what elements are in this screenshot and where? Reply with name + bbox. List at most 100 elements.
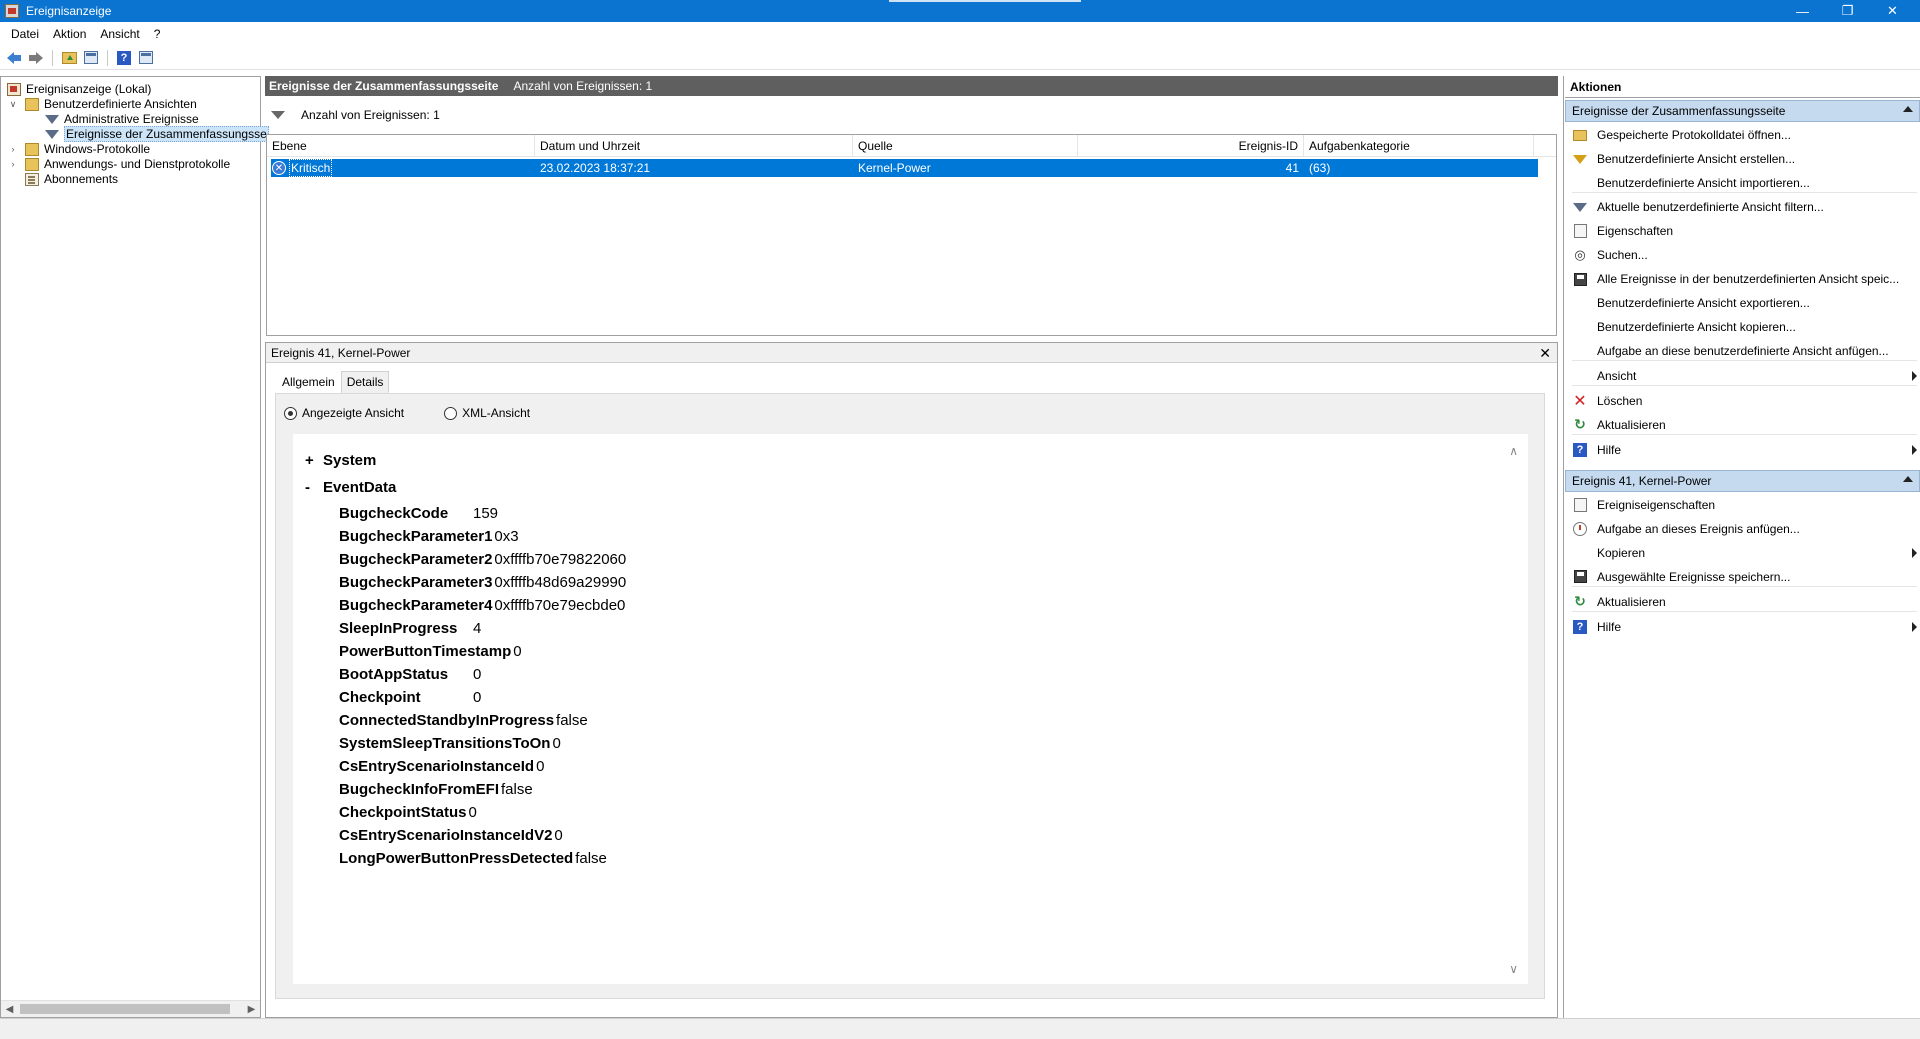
action-copy-custom-view[interactable]: Benutzerdefinierte Ansicht kopieren... — [1572, 317, 1917, 337]
tree-item-label: Ereignisanzeige (Lokal) — [26, 82, 152, 96]
column-header-event-id[interactable]: Ereignis-ID — [1078, 135, 1304, 157]
eventdata-value: 4 — [473, 620, 482, 637]
eventdata-key: BugcheckCode — [339, 505, 449, 522]
action-copy[interactable]: Kopieren — [1572, 543, 1917, 563]
menu-help[interactable]: ? — [147, 27, 168, 41]
action-refresh-event[interactable]: ↻ Aktualisieren — [1572, 592, 1917, 612]
eventdata-value: 0xffffb70e79ecbde0 — [494, 597, 626, 614]
show-action-pane-button[interactable] — [136, 48, 156, 68]
action-properties[interactable]: Eigenschaften — [1572, 221, 1917, 241]
action-delete[interactable]: ✕ Löschen — [1572, 391, 1917, 411]
action-help-event[interactable]: ? Hilfe — [1572, 617, 1917, 637]
eventdata-value: 0 — [513, 643, 522, 660]
eventdata-row: ConnectedStandbyInProgress false — [339, 709, 588, 732]
folder-up-icon — [61, 51, 77, 64]
eventdata-key: CsEntryScenarioInstanceIdV2 — [339, 827, 553, 844]
event-count: Anzahl von Ereignissen: 1 — [513, 79, 653, 93]
tree-horizontal-scrollbar[interactable]: ◀ ▶ — [1, 1000, 260, 1017]
tab-allgemein[interactable]: Allgemein — [276, 371, 341, 393]
scroll-down-icon[interactable]: ∨ — [1509, 962, 1518, 976]
chevron-right-icon[interactable]: › — [7, 144, 19, 154]
friendly-view-label[interactable]: Angezeigte Ansicht — [302, 406, 404, 420]
eventdata-row: SystemSleepTransitionsToOn 0 — [339, 732, 561, 755]
console-tree-icon — [84, 51, 98, 64]
system-node[interactable]: + System — [305, 452, 376, 469]
eventdata-value: 159 — [473, 505, 499, 522]
action-refresh[interactable]: ↻ Aktualisieren — [1572, 415, 1917, 435]
action-create-custom-view[interactable]: Benutzerdefinierte Ansicht erstellen... — [1572, 149, 1917, 169]
detail-header: Ereignis 41, Kernel-Power ✕ — [266, 343, 1557, 363]
eventdata-key: BugcheckParameter2 — [339, 551, 493, 568]
scroll-thumb[interactable] — [20, 1004, 230, 1014]
action-label: Aktuelle benutzerdefinierte Ansicht filt… — [1597, 200, 1824, 214]
eventdata-value: 0 — [552, 735, 561, 752]
actions-section-view[interactable]: Ereignisse der Zusammenfassungsseite — [1565, 100, 1920, 122]
back-button[interactable] — [4, 48, 24, 68]
action-help[interactable]: ? Hilfe — [1572, 440, 1917, 460]
action-attach-task-view[interactable]: Aufgabe an diese benutzerdefinierte Ansi… — [1572, 341, 1917, 361]
eventdata-row: BugcheckParameter2 0xffffb70e79822060 — [339, 548, 626, 571]
folder-icon — [25, 142, 39, 156]
submenu-arrow-icon — [1912, 622, 1917, 632]
event-viewer-app-icon — [5, 4, 19, 18]
menu-datei[interactable]: Datei — [4, 27, 46, 41]
action-export-custom-view[interactable]: Benutzerdefinierte Ansicht exportieren..… — [1572, 293, 1917, 313]
collapse-symbol[interactable]: - — [305, 479, 323, 496]
properties-icon — [1573, 224, 1587, 238]
column-header-source[interactable]: Quelle — [853, 135, 1078, 157]
help-icon: ? — [1573, 443, 1587, 457]
actions-section-event[interactable]: Ereignis 41, Kernel-Power — [1565, 470, 1920, 492]
chevron-down-icon[interactable]: ∨ — [7, 99, 19, 110]
scroll-up-icon[interactable]: ∧ — [1509, 444, 1518, 458]
column-header-task-category[interactable]: Aufgabenkategorie — [1304, 135, 1534, 157]
column-header-level[interactable]: Ebene — [267, 135, 535, 157]
toolbar-separator — [107, 49, 108, 66]
eventdata-key: BugcheckInfoFromEFI — [339, 781, 500, 798]
action-save-selected[interactable]: Ausgewählte Ereignisse speichern... — [1572, 567, 1917, 587]
collapse-caret-icon[interactable] — [1903, 476, 1913, 482]
scroll-left-icon[interactable]: ◀ — [1, 1001, 18, 1017]
close-detail-button[interactable]: ✕ — [1539, 345, 1551, 362]
action-filter-view[interactable]: Aktuelle benutzerdefinierte Ansicht filt… — [1572, 197, 1917, 217]
forward-button[interactable] — [26, 48, 46, 68]
action-import-custom-view[interactable]: Benutzerdefinierte Ansicht importieren..… — [1572, 173, 1917, 193]
eventdata-value: 0 — [536, 758, 545, 775]
action-open-saved-log[interactable]: Gespeicherte Protokolldatei öffnen... — [1572, 125, 1917, 145]
xml-view-label[interactable]: XML-Ansicht — [462, 406, 530, 420]
action-pane-icon — [139, 51, 153, 64]
xml-view-radio[interactable] — [444, 406, 458, 420]
help-toolbar-button[interactable]: ? — [114, 48, 134, 68]
action-attach-task-event[interactable]: Aufgabe an dieses Ereignis anfügen... — [1572, 519, 1917, 539]
event-detail-pane: Ereignis 41, Kernel-Power ✕ Allgemein De… — [265, 342, 1558, 1018]
collapse-caret-icon[interactable] — [1903, 106, 1913, 112]
action-find[interactable]: ◎ Suchen... — [1572, 245, 1917, 265]
menu-aktion[interactable]: Aktion — [46, 27, 93, 41]
tree-item-subscriptions[interactable]: Abonnements — [25, 170, 118, 188]
status-bar — [0, 1018, 1920, 1039]
action-label: Aktualisieren — [1597, 594, 1666, 609]
up-folder-button[interactable] — [59, 48, 79, 68]
action-label: Aktualisieren — [1597, 417, 1666, 432]
show-hide-tree-button[interactable] — [81, 48, 101, 68]
action-event-properties[interactable]: Ereigniseigenschaften — [1572, 495, 1917, 515]
chevron-right-icon[interactable]: › — [7, 159, 19, 169]
table-row[interactable]: ✕ Kritisch 23.02.2023 18:37:21 Kernel-Po… — [271, 159, 1538, 177]
maximize-button[interactable]: ❐ — [1825, 0, 1870, 22]
close-window-button[interactable]: ✕ — [1870, 0, 1915, 22]
eventdata-node[interactable]: - EventData — [305, 479, 396, 496]
eventdata-row: BootAppStatus 0 — [339, 663, 481, 686]
action-label: Gespeicherte Protokolldatei öffnen... — [1597, 128, 1791, 142]
expand-symbol[interactable]: + — [305, 452, 323, 469]
minimize-button[interactable]: — — [1780, 0, 1825, 22]
action-save-all-events[interactable]: Alle Ereignisse in der benutzerdefiniert… — [1572, 269, 1917, 289]
friendly-view-radio[interactable] — [284, 406, 297, 420]
eventdata-row: CheckpointStatus 0 — [339, 801, 477, 824]
submenu-arrow-icon — [1912, 371, 1917, 381]
column-header-datetime[interactable]: Datum und Uhrzeit — [535, 135, 853, 157]
menu-ansicht[interactable]: Ansicht — [93, 27, 146, 41]
tree-item-label: Benutzerdefinierte Ansichten — [44, 97, 197, 111]
tab-details[interactable]: Details — [340, 371, 390, 393]
action-view-submenu[interactable]: Ansicht — [1572, 366, 1917, 386]
eventdata-key: Checkpoint — [339, 689, 421, 706]
scroll-right-icon[interactable]: ▶ — [243, 1001, 260, 1017]
